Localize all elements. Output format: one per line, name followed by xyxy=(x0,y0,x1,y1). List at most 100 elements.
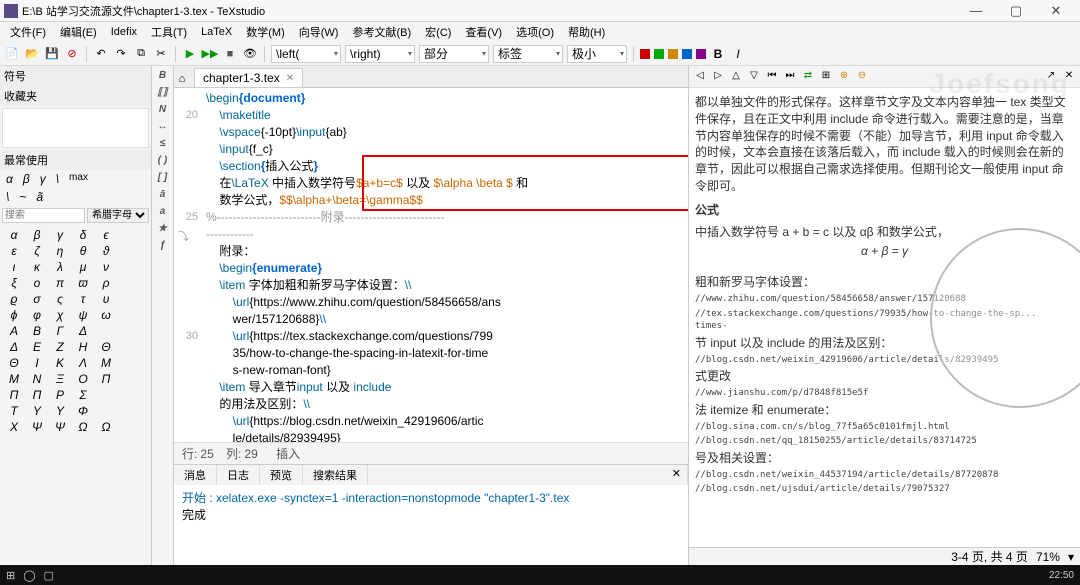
pv-fwd-icon[interactable]: ▷ xyxy=(711,70,725,84)
zoom-dropdown-icon[interactable]: ▾ xyxy=(1068,550,1074,564)
symbol-cell[interactable]: ε xyxy=(6,244,22,258)
build-view-icon[interactable]: ▶▶ xyxy=(202,46,218,62)
pv-first-icon[interactable]: ⏮ xyxy=(765,70,779,84)
start-icon[interactable]: ⊞ xyxy=(6,569,15,582)
symbol-cell[interactable]: Υ xyxy=(29,404,45,418)
log-close-icon[interactable]: ✕ xyxy=(666,465,688,485)
symbol-cell[interactable]: P xyxy=(52,388,68,402)
tab-home-icon[interactable]: ⌂ xyxy=(174,71,190,87)
menu-help[interactable]: 帮助(H) xyxy=(562,24,611,40)
save-icon[interactable]: 💾 xyxy=(44,46,60,62)
symbol-cell[interactable]: H xyxy=(75,340,91,354)
symbol-cell[interactable]: A xyxy=(6,324,22,338)
symbol-cell[interactable]: Ξ xyxy=(52,372,68,386)
symbol-cell[interactable]: θ xyxy=(75,244,91,258)
color-orange-icon[interactable] xyxy=(668,49,678,59)
pv-zoomin-icon[interactable]: ⊕ xyxy=(837,70,851,84)
strip-eq-icon[interactable]: ≤ xyxy=(160,138,166,149)
size-dropdown[interactable]: 极小 xyxy=(567,45,627,63)
symbol-cell[interactable]: φ xyxy=(29,308,45,322)
color-red-icon[interactable] xyxy=(640,49,650,59)
menu-options[interactable]: 选项(O) xyxy=(510,24,560,40)
pv-fit-icon[interactable]: ⊞ xyxy=(819,70,833,84)
strip-n-icon[interactable]: N xyxy=(159,104,166,115)
color-purple-icon[interactable] xyxy=(696,49,706,59)
menu-idefix[interactable]: Idefix xyxy=(105,26,143,38)
menu-latex[interactable]: LaTeX xyxy=(195,26,238,38)
right-delim-dropdown[interactable]: \right) xyxy=(345,45,415,63)
symbol-cell[interactable]: γ xyxy=(52,228,68,242)
strip-paren-icon[interactable]: ( ) xyxy=(158,155,167,166)
symbol-cell[interactable]: ϖ xyxy=(75,276,91,290)
symbol-cell[interactable]: ϑ xyxy=(98,244,114,258)
symbol-cell[interactable] xyxy=(98,404,114,418)
menu-edit[interactable]: 编辑(E) xyxy=(54,24,103,40)
favorites-box[interactable] xyxy=(2,108,149,148)
code-editor[interactable]: ⤵ \begin{document}20 \maketitle \vspace{… xyxy=(174,88,688,442)
common-row-2[interactable]: \~ã xyxy=(0,188,151,206)
bold-icon[interactable]: B xyxy=(710,46,726,62)
copy-icon[interactable]: ⧉ xyxy=(133,46,149,62)
menu-math[interactable]: 数学(M) xyxy=(240,24,291,40)
symbol-cell[interactable]: τ xyxy=(75,292,91,306)
symbol-cell[interactable]: ξ xyxy=(6,276,22,290)
symbol-cell[interactable]: ω xyxy=(98,308,114,322)
section-dropdown[interactable]: 部分 xyxy=(419,45,489,63)
symbol-cell[interactable]: B xyxy=(29,324,45,338)
symbol-cell[interactable]: α xyxy=(6,228,22,242)
symbol-cell[interactable]: ψ xyxy=(75,308,91,322)
close-button[interactable]: ✕ xyxy=(1036,3,1076,19)
symbol-cell[interactable]: ρ xyxy=(98,276,114,290)
symbol-cell[interactable]: Γ xyxy=(52,324,68,338)
pv-sync-icon[interactable]: ⇄ xyxy=(801,70,815,84)
symbol-cell[interactable]: I xyxy=(29,356,45,370)
taskview-icon[interactable]: ▢ xyxy=(44,569,54,582)
color-green-icon[interactable] xyxy=(654,49,664,59)
clock[interactable]: 22:50 xyxy=(1049,570,1074,581)
symbol-cell[interactable] xyxy=(98,324,114,338)
tab-close-icon[interactable]: ✕ xyxy=(286,73,294,84)
symbol-cell[interactable]: Ω xyxy=(75,420,91,434)
symbol-cell[interactable] xyxy=(98,388,114,402)
view-icon[interactable]: 👁 xyxy=(242,46,258,62)
symbol-cell[interactable]: χ xyxy=(52,308,68,322)
symbol-cell[interactable]: ζ xyxy=(29,244,45,258)
symbol-cell[interactable]: Ψ xyxy=(29,420,45,434)
symbol-cell[interactable]: Υ xyxy=(52,404,68,418)
color-blue-icon[interactable] xyxy=(682,49,692,59)
symbol-cell[interactable]: ϵ xyxy=(98,228,114,242)
menu-file[interactable]: 文件(F) xyxy=(4,24,52,40)
symbol-cell[interactable]: Δ xyxy=(75,324,91,338)
symbol-cell[interactable]: υ xyxy=(98,292,114,306)
symbol-cell[interactable]: μ xyxy=(75,260,91,274)
symbol-cell[interactable]: T xyxy=(6,404,22,418)
symbol-cell[interactable]: Φ xyxy=(75,404,91,418)
symbol-cell[interactable]: Π xyxy=(29,388,45,402)
pv-zoomout-icon[interactable]: ⊖ xyxy=(855,70,869,84)
menu-macros[interactable]: 宏(C) xyxy=(419,24,457,40)
undo-icon[interactable]: ↶ xyxy=(93,46,109,62)
symbol-cell[interactable]: Ω xyxy=(98,420,114,434)
symbol-cell[interactable]: π xyxy=(52,276,68,290)
menu-bib[interactable]: 参考文献(B) xyxy=(346,24,417,40)
symbol-cell[interactable]: Ψ xyxy=(52,420,68,434)
strip-bold-icon[interactable]: B xyxy=(159,70,166,81)
search-taskbar-icon[interactable]: ◯ xyxy=(23,569,35,582)
log-tab-log[interactable]: 日志 xyxy=(217,465,260,485)
log-tab-search[interactable]: 搜索结果 xyxy=(303,465,368,485)
symbol-cell[interactable]: N xyxy=(29,372,45,386)
tab-file[interactable]: chapter1-3.tex ✕ xyxy=(194,68,303,87)
common-row-1[interactable]: αβγ\max xyxy=(0,170,151,188)
symbol-cell[interactable]: Θ xyxy=(6,356,22,370)
symbol-cell[interactable]: O xyxy=(75,372,91,386)
symbol-cell[interactable]: δ xyxy=(75,228,91,242)
symbol-cell[interactable]: β xyxy=(29,228,45,242)
close-file-icon[interactable]: ⊘ xyxy=(64,46,80,62)
symbol-cell[interactable]: ν xyxy=(98,260,114,274)
symbol-cell[interactable]: M xyxy=(6,372,22,386)
menu-wizard[interactable]: 向导(W) xyxy=(293,24,345,40)
fold-icon[interactable]: ⤵ xyxy=(178,228,189,244)
pv-last-icon[interactable]: ⏭ xyxy=(783,70,797,84)
symbol-cell[interactable]: σ xyxy=(29,292,45,306)
strip-star-icon[interactable]: ★ xyxy=(158,223,167,234)
